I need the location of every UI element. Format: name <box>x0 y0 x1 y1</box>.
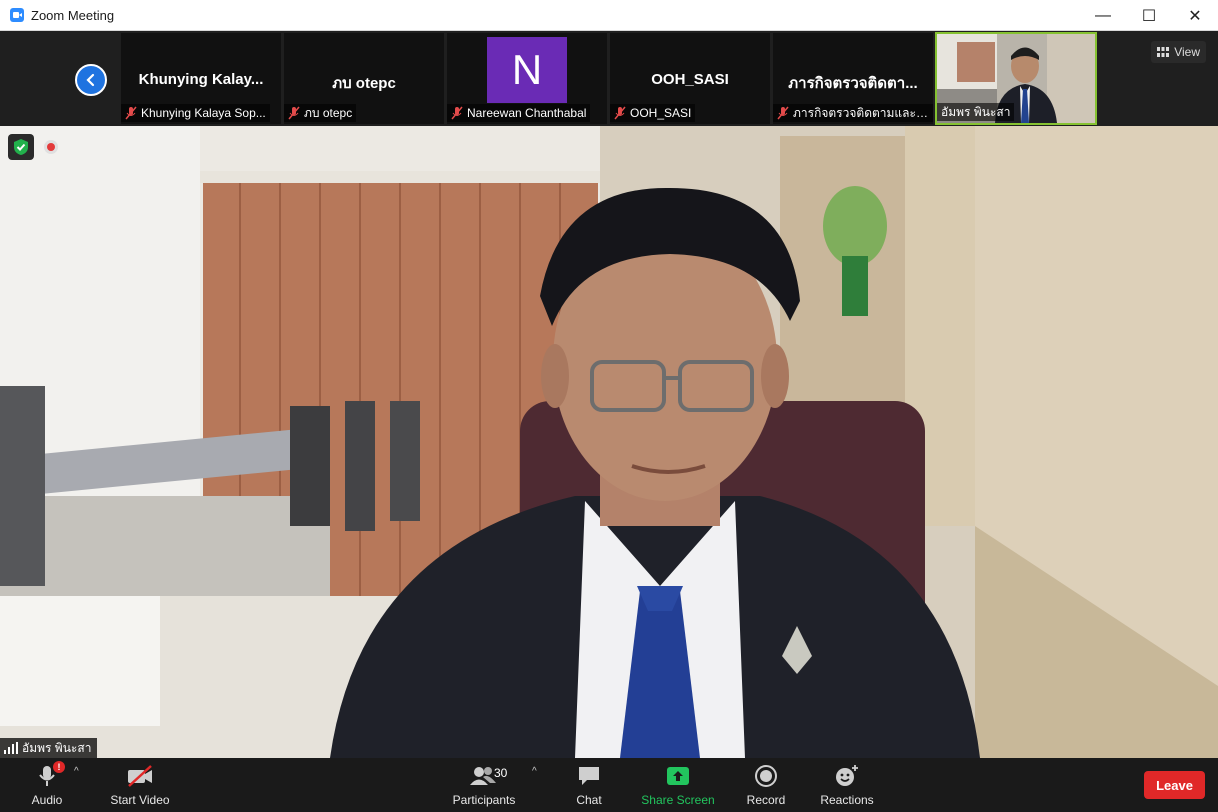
participant-display-name: ภารกิจตรวจติดตา... <box>788 75 918 92</box>
start-video-button[interactable]: Start Video <box>105 758 175 812</box>
participant-footer: Nareewan Chanthabal <box>447 104 591 122</box>
participant-footer: OOH_SASI <box>610 104 696 122</box>
active-speaker-tile[interactable]: อัมพร พินะสา <box>935 32 1097 125</box>
speaker-name: อัมพร พินะสา <box>22 740 92 755</box>
speaker-name-label: อัมพร พินะสา <box>0 738 98 758</box>
maximize-button[interactable]: ☐ <box>1126 0 1172 31</box>
title-bar: Zoom Meeting — ☐ ✕ <box>0 0 1218 31</box>
video-off-icon <box>128 765 152 787</box>
participant-display-name: OOH_SASI <box>651 71 729 88</box>
participant-display-name: Khunying Kalay... <box>138 71 264 88</box>
participant-name: Nareewan Chanthabal <box>467 106 587 120</box>
reactions-button[interactable]: Reactions <box>816 758 878 812</box>
recording-indicator-icon <box>44 140 58 154</box>
window-controls: — ☐ ✕ <box>1080 0 1218 31</box>
participant-display-name: ภบ otepc <box>332 75 396 92</box>
participant-filmstrip: Khunying Kalay... Khunying Kalaya Sop...… <box>0 31 1218 126</box>
active-speaker-video[interactable]: อัมพร พินะสา <box>0 126 1218 758</box>
participant-tile[interactable]: Khunying Kalay... Khunying Kalaya Sop... <box>121 33 281 124</box>
chat-button[interactable]: Chat <box>566 758 612 812</box>
record-button[interactable]: Record <box>741 758 791 812</box>
window-title: Zoom Meeting <box>31 7 115 23</box>
participants-button[interactable]: 30 Participants <box>448 758 520 812</box>
mic-muted-icon <box>288 106 300 120</box>
audio-button[interactable]: ! Audio <box>22 758 72 812</box>
participant-footer: ภารกิจตรวจติดตามและปร... <box>773 104 933 122</box>
signal-strength-icon <box>4 742 18 754</box>
participant-name: ภบ otepc <box>304 105 353 120</box>
share-screen-label: Share Screen <box>641 793 715 807</box>
participants-options-caret[interactable]: ^ <box>532 766 537 777</box>
reactions-label: Reactions <box>820 793 874 807</box>
encryption-shield-badge[interactable] <box>8 134 34 160</box>
mic-muted-icon <box>451 106 463 120</box>
participant-tile[interactable]: ภารกิจตรวจติดตา... ภารกิจตรวจติดตามและปร… <box>773 33 933 124</box>
audio-options-caret[interactable]: ^ <box>74 766 79 777</box>
record-icon <box>755 765 777 787</box>
chat-label: Chat <box>576 793 602 807</box>
participant-footer: ภบ otepc <box>284 104 357 122</box>
participants-label: Participants <box>452 793 516 807</box>
meeting-toolbar: ! Audio ^ Start Video 30 Participants ^ … <box>0 758 1218 812</box>
emoji-reaction-icon <box>836 765 858 786</box>
audio-alert-badge: ! <box>53 761 65 773</box>
participant-name: Khunying Kalaya Sop... <box>141 106 266 120</box>
participant-tile[interactable]: N Nareewan Chanthabal <box>447 33 607 124</box>
record-dot-icon <box>47 143 55 151</box>
participant-footer: Khunying Kalaya Sop... <box>121 104 270 122</box>
grid-icon <box>1157 47 1170 57</box>
view-layout-button[interactable]: View <box>1151 41 1206 63</box>
zoom-app-icon <box>10 8 24 22</box>
speaker-video-frame <box>0 126 1218 758</box>
minimize-button[interactable]: — <box>1080 0 1126 31</box>
close-button[interactable]: ✕ <box>1172 0 1218 31</box>
mic-muted-icon <box>777 106 789 120</box>
start-video-label: Start Video <box>110 793 170 807</box>
mic-muted-icon <box>614 106 626 120</box>
participant-footer: อัมพร พินะสา <box>937 103 1015 121</box>
avatar: N <box>487 37 567 103</box>
view-label: View <box>1174 45 1200 59</box>
audio-label: Audio <box>31 793 63 807</box>
leave-meeting-button[interactable]: Leave <box>1144 771 1205 799</box>
participant-name: อัมพร พินะสา <box>941 104 1011 119</box>
shield-check-icon <box>14 139 28 155</box>
zoom-meeting-window: Zoom Meeting — ☐ ✕ Khunying Kalay... Khu… <box>0 0 1218 812</box>
chevron-left-icon <box>86 73 95 87</box>
chat-bubble-icon <box>579 767 599 785</box>
participants-count: 30 <box>494 766 508 780</box>
record-label: Record <box>746 793 786 807</box>
participant-tile[interactable]: ภบ otepc ภบ otepc <box>284 33 444 124</box>
share-screen-icon <box>667 767 689 785</box>
filmstrip-prev-button[interactable] <box>75 64 107 96</box>
participant-name: OOH_SASI <box>630 106 692 120</box>
share-screen-button[interactable]: Share Screen <box>640 758 716 812</box>
participant-tile[interactable]: OOH_SASI OOH_SASI <box>610 33 770 124</box>
mic-muted-icon <box>125 106 137 120</box>
participant-name: ภารกิจตรวจติดตามและปร... <box>793 105 929 120</box>
